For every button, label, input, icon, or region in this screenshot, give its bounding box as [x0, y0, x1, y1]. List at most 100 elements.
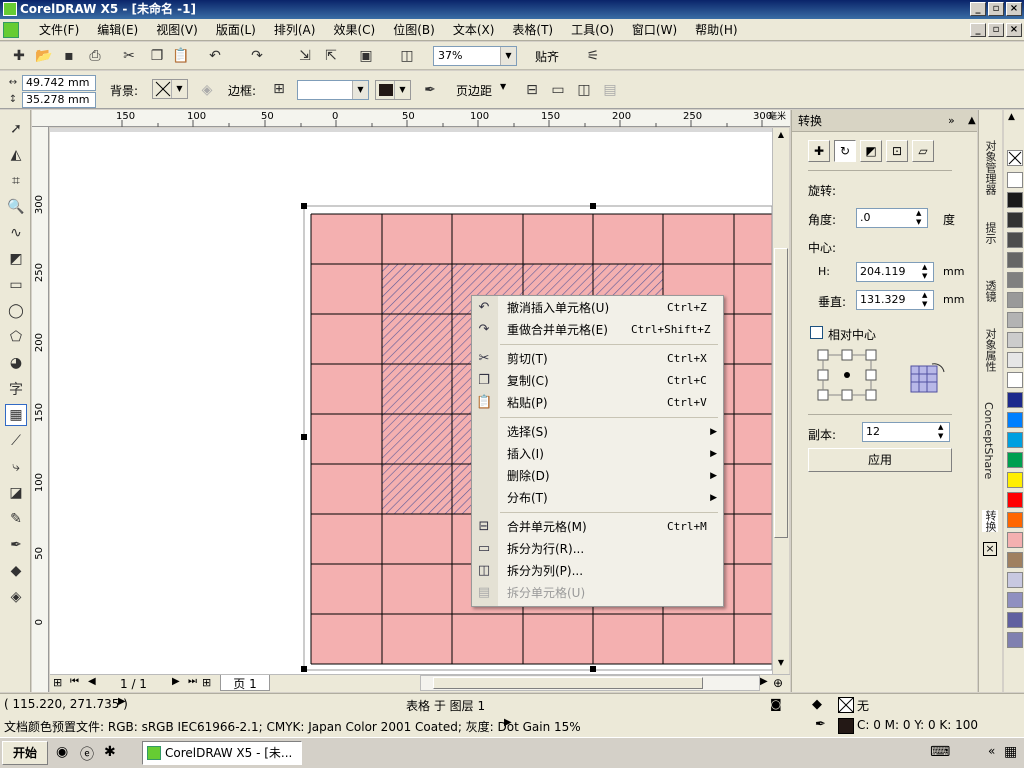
menu-window[interactable]: 窗口(W)	[623, 21, 686, 38]
menu-item-cut[interactable]: ✂ 剪切(T) Ctrl+X	[472, 348, 723, 370]
color-swatch[interactable]	[1007, 332, 1023, 348]
color-swatch[interactable]	[1007, 232, 1023, 248]
print-icon[interactable]: ⎙	[86, 47, 104, 65]
menu-item-undo[interactable]: ↶ 撤消插入单元格(U) Ctrl+Z	[472, 297, 723, 319]
palette-scroll-up-icon[interactable]: ▲	[1008, 112, 1015, 122]
color-swatch[interactable]	[1007, 392, 1023, 408]
connector-tool-icon[interactable]: ⤷	[5, 456, 27, 478]
app-launcher-icon[interactable]: ▣	[357, 47, 375, 65]
taskbar-coreldraw[interactable]: CorelDRAW X5 - [未...	[142, 741, 302, 765]
crop-tool-icon[interactable]: ⌗	[5, 170, 27, 192]
copies-input[interactable]: 12	[862, 422, 950, 442]
horizontal-ruler[interactable]: 150 100 50 0 50 100 150 200 250 300 毫米	[32, 110, 790, 127]
scroll-up-arrow[interactable]: ▲	[775, 130, 787, 144]
color-swatch[interactable]	[1007, 452, 1023, 468]
doc-minimize-button[interactable]: _	[970, 23, 986, 37]
paste-icon[interactable]: 📋	[172, 47, 190, 65]
color-swatch[interactable]	[1007, 572, 1023, 588]
menu-item-split-rows[interactable]: ▭ 拆分为行(R)...	[472, 538, 723, 560]
relative-center-checkbox[interactable]	[810, 326, 823, 339]
margins-button[interactable]: 页边距	[456, 82, 492, 99]
horizontal-scroll-thumb[interactable]	[433, 677, 703, 689]
border-select-icon[interactable]: ⊞	[270, 80, 288, 98]
ellipse-tool-icon[interactable]: ◯	[5, 300, 27, 322]
menu-layout[interactable]: 版面(L)	[207, 21, 265, 38]
blend-tool-icon[interactable]: ◪	[5, 482, 27, 504]
color-swatch[interactable]	[1007, 372, 1023, 388]
freehand-tool-icon[interactable]: ∿	[5, 222, 27, 244]
prev-page-icon[interactable]: ◀	[88, 676, 96, 687]
tab-object-properties[interactable]: 对象属性	[982, 328, 998, 372]
pen-icon[interactable]: ✒	[421, 81, 439, 99]
pick-tool-icon[interactable]: ➚	[5, 118, 27, 140]
shape-tool-icon[interactable]: ◭	[5, 144, 27, 166]
app-quicklaunch-icon[interactable]: ✱	[104, 744, 116, 760]
interactive-fill-tool-icon[interactable]: ◈	[5, 586, 27, 608]
color-swatch[interactable]	[1007, 632, 1023, 648]
horizontal-scrollbar[interactable]	[420, 675, 760, 691]
merge-cells-icon[interactable]: ⊟	[523, 81, 541, 99]
color-swatch[interactable]	[1007, 532, 1023, 548]
menu-item-insert[interactable]: 插入(I) ▶	[472, 443, 723, 465]
next-page-icon[interactable]: ▶	[172, 676, 180, 687]
dimension-tool-icon[interactable]: ⟋	[5, 430, 27, 452]
menu-file[interactable]: 文件(F)	[30, 21, 88, 38]
fill-options-icon[interactable]: ◈	[198, 81, 216, 99]
cut-icon[interactable]: ✂	[120, 47, 138, 65]
vertical-ruler[interactable]: 300 250 200 150 100 50 0	[32, 127, 49, 692]
color-swatch[interactable]	[1007, 612, 1023, 628]
angle-stepper[interactable]: ▲ ▼	[916, 209, 921, 227]
start-button[interactable]: 开始	[2, 741, 48, 765]
position-tab-icon[interactable]: ✚	[808, 140, 830, 162]
color-swatch[interactable]	[1007, 472, 1023, 488]
size-tab-icon[interactable]: ⊡	[886, 140, 908, 162]
ie-icon[interactable]: ⓔ	[80, 744, 94, 764]
color-swatch[interactable]	[1007, 312, 1023, 328]
menu-bitmaps[interactable]: 位图(B)	[384, 21, 444, 38]
background-color-picker[interactable]: ▼	[152, 79, 188, 99]
snap-icon[interactable]: ◙	[770, 697, 782, 711]
import-icon[interactable]: ⇲	[296, 47, 314, 65]
height-field[interactable]: 35.278 mm	[22, 92, 96, 108]
color-swatch[interactable]	[1007, 552, 1023, 568]
color-swatch[interactable]	[1007, 512, 1023, 528]
network-icon[interactable]: ▦	[1004, 744, 1017, 760]
no-color-swatch[interactable]	[1007, 150, 1023, 166]
menu-item-copy[interactable]: ❐ 复制(C) Ctrl+C	[472, 370, 723, 392]
split-rows-icon[interactable]: ▭	[549, 81, 567, 99]
copy-icon[interactable]: ❐	[148, 47, 166, 65]
last-page-icon[interactable]: ⏭	[188, 676, 197, 687]
browser-icon[interactable]: ◉	[56, 744, 68, 760]
color-swatch[interactable]	[1007, 592, 1023, 608]
border-width-dropdown[interactable]: ▼	[297, 80, 369, 100]
menu-item-split-columns[interactable]: ◫ 拆分为列(P)...	[472, 560, 723, 582]
zoom-dropdown[interactable]: 37% ▼	[433, 46, 517, 66]
tab-transform[interactable]: 转换	[982, 510, 998, 532]
outline-tool-icon[interactable]: ✒	[5, 534, 27, 556]
skew-tab-icon[interactable]: ▱	[912, 140, 934, 162]
color-swatch[interactable]	[1007, 252, 1023, 268]
menu-arrange[interactable]: 排列(A)	[265, 21, 325, 38]
tab-lens[interactable]: 透镜	[982, 280, 998, 302]
apply-button[interactable]: 应用	[808, 448, 952, 472]
collapse-icon[interactable]: ▲	[968, 110, 976, 132]
color-swatch[interactable]	[1007, 172, 1023, 188]
eyedropper-tool-icon[interactable]: ✎	[5, 508, 27, 530]
new-icon[interactable]: ✚	[10, 47, 28, 65]
border-color-picker[interactable]: ▼	[375, 80, 411, 100]
redo-icon[interactable]: ↷	[248, 47, 266, 65]
rotate-tab-icon[interactable]: ↻	[834, 140, 856, 162]
save-icon[interactable]: ▪	[60, 47, 78, 65]
document-icon[interactable]	[3, 22, 19, 38]
welcome-screen-icon[interactable]: ◫	[398, 47, 416, 65]
color-profile-info[interactable]: 文档颜色预置文件: RGB: sRGB IEC61966-2.1; CMYK: …	[4, 718, 581, 735]
color-swatch[interactable]	[1007, 432, 1023, 448]
tab-conceptshare[interactable]: ConceptShare	[982, 402, 995, 479]
polygon-tool-icon[interactable]: ⬠	[5, 326, 27, 348]
color-swatch[interactable]	[1007, 292, 1023, 308]
expand-icon[interactable]: »	[948, 110, 955, 132]
tab-object-manager[interactable]: 对象管理器	[982, 140, 998, 195]
menu-item-delete[interactable]: 删除(D) ▶	[472, 465, 723, 487]
menu-text[interactable]: 文本(X)	[444, 21, 504, 38]
snap-to-label[interactable]: 贴齐	[535, 48, 559, 65]
